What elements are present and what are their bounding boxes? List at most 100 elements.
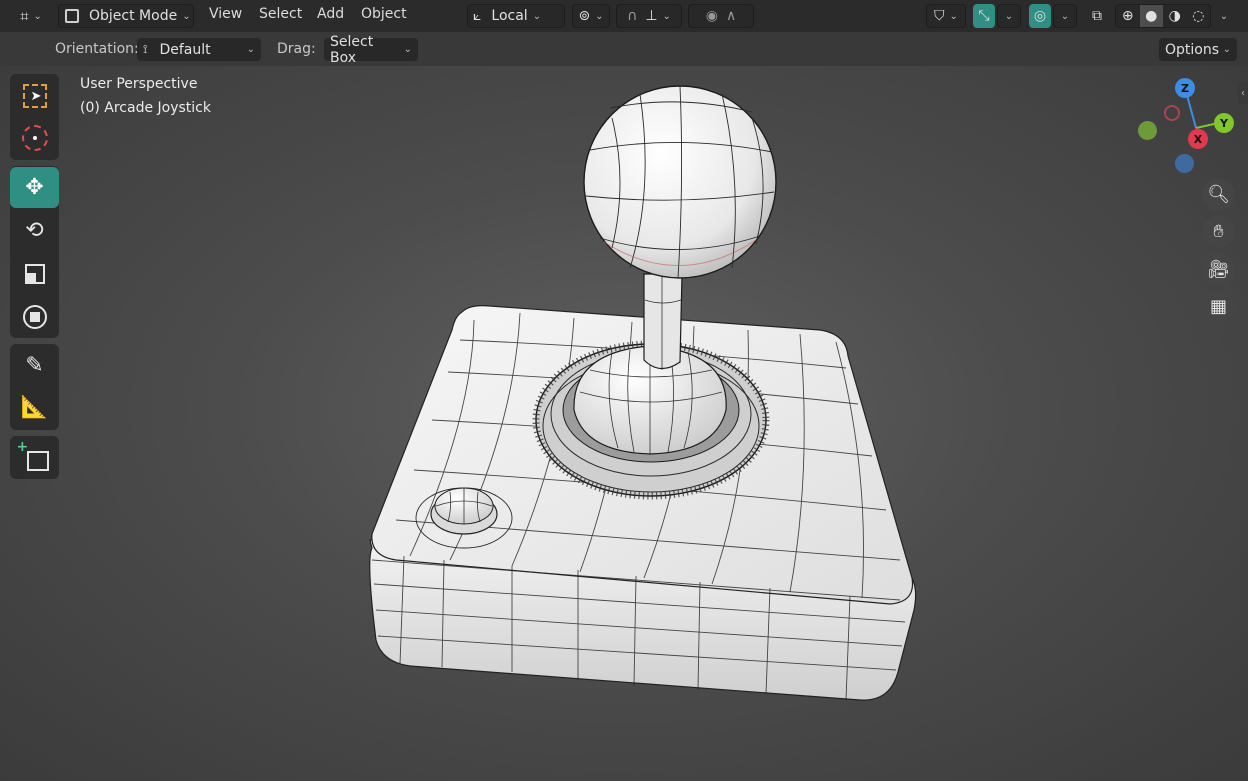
arcade-joystick-model[interactable] xyxy=(0,66,1248,781)
transform-orientation-dropdown[interactable]: ⟀ Local ⌄ xyxy=(467,4,565,28)
active-object-label: (0) Arcade Joystick xyxy=(80,100,211,116)
annotate-icon: ✎ xyxy=(25,353,44,378)
menu-view[interactable]: View xyxy=(209,6,242,22)
pan-button[interactable]: ✋︎ xyxy=(1202,215,1235,248)
camera-icon: 🎥︎ xyxy=(1207,259,1230,280)
scale-icon xyxy=(24,263,45,284)
object-mode-icon xyxy=(65,9,79,23)
camera-view-button[interactable]: 🎥︎ xyxy=(1202,253,1235,286)
chevron-down-icon: ⌄ xyxy=(182,10,191,22)
chevron-down-icon: ⌄ xyxy=(1219,10,1229,22)
annotate-tools-group: ✎ 📐 xyxy=(10,344,59,430)
select-box-icon: ➤ xyxy=(22,83,47,108)
zoom-icon: 🔍︎ xyxy=(1207,184,1230,205)
xray-icon: ⧉ xyxy=(1092,8,1102,24)
local-axes-icon: ⟀ xyxy=(473,8,482,24)
add-cube-tool[interactable]: + xyxy=(10,437,59,478)
orientation-label: Orientation: xyxy=(55,41,139,57)
gizmo-neg-z-axis[interactable] xyxy=(1175,154,1194,173)
chevron-down-icon: ⌄ xyxy=(1004,10,1014,22)
chevron-down-icon: ⌄ xyxy=(595,10,604,22)
chevron-down-icon: ⌄ xyxy=(246,44,255,55)
object-visibility-dropdown[interactable]: ⛉ ⌄ xyxy=(926,4,966,28)
scale-tool[interactable] xyxy=(10,253,59,294)
proportional-editing-group[interactable]: ◉ ∧ xyxy=(688,4,754,28)
zoom-button[interactable]: 🔍︎ xyxy=(1202,178,1235,211)
mode-dropdown[interactable]: Object Mode ⌄ xyxy=(58,4,194,28)
add-cube-icon: + xyxy=(17,439,49,471)
gizmo-z-label: Z xyxy=(1181,81,1189,95)
visibility-icon: ⛉ xyxy=(934,8,945,24)
shading-mode-group[interactable]: ⊕ ● ◑ ◌ xyxy=(1115,4,1211,28)
gizmo-neg-y-axis[interactable] xyxy=(1138,121,1157,140)
transform-tool[interactable] xyxy=(10,296,59,337)
menu-add[interactable]: Add xyxy=(317,6,344,22)
gizmo-z-axis[interactable]: Z xyxy=(1175,78,1195,98)
options-dropdown[interactable]: Options ⌄ xyxy=(1159,38,1237,61)
pivot-label: Local xyxy=(491,8,528,24)
overlays-icon: ◎ xyxy=(1033,8,1047,24)
gizmo-x-label: X xyxy=(1193,132,1203,146)
rendered-shading-icon[interactable]: ◌ xyxy=(1187,8,1211,24)
transform-tools-group: ✥ ⟲ xyxy=(10,166,59,338)
pivot-point-dropdown[interactable]: ⊚ ⌄ xyxy=(572,4,610,28)
chevron-down-icon: ⌄ xyxy=(403,44,412,55)
gizmo-y-label: Y xyxy=(1220,116,1228,130)
sidebar-toggle-icon[interactable]: ‹ xyxy=(1238,82,1248,104)
editor-type-icon: ⌗ xyxy=(20,7,29,25)
gizmo-icon: ⤡ xyxy=(978,8,990,24)
move-icon: ✥ xyxy=(25,175,44,200)
move-tool[interactable]: ✥ xyxy=(10,167,59,208)
falloff-icon: ∧ xyxy=(725,8,737,24)
overlays-toggle-button[interactable]: ◎ xyxy=(1029,4,1051,28)
viewport-header: ⌗ ⌄ Object Mode ⌄ View Select Add Object … xyxy=(0,0,1248,32)
measure-icon: 📐 xyxy=(20,395,49,420)
menu-object[interactable]: Object xyxy=(361,6,407,22)
gizmo-toggle-button[interactable]: ⤡ xyxy=(973,4,995,28)
gizmo-dropdown[interactable]: ⌄ xyxy=(997,4,1021,28)
chevron-down-icon: ⌄ xyxy=(532,10,542,22)
measure-tool[interactable]: 📐 xyxy=(10,387,59,428)
rotate-icon: ⟲ xyxy=(25,218,44,243)
snap-icon: ∩ xyxy=(627,8,638,24)
orientation-icon: ⟟ xyxy=(143,42,148,56)
menu-select[interactable]: Select xyxy=(259,6,302,22)
editor-type-button[interactable]: ⌗ ⌄ xyxy=(12,4,50,28)
material-shading-icon[interactable]: ◑ xyxy=(1163,8,1187,24)
annotate-tool[interactable]: ✎ xyxy=(10,345,59,386)
options-label: Options xyxy=(1165,41,1220,58)
drag-value: Select Box xyxy=(330,33,374,66)
view-perspective-label: User Perspective xyxy=(80,76,198,92)
xray-toggle-button[interactable]: ⧉ xyxy=(1085,4,1109,28)
chevron-down-icon: ⌄ xyxy=(1222,44,1231,55)
add-tools-group: + xyxy=(10,436,59,479)
pivot-icon: ⊚ xyxy=(578,8,591,24)
gizmo-x-axis[interactable]: X xyxy=(1188,129,1208,149)
chevron-down-icon: ⌄ xyxy=(949,10,958,22)
drag-dropdown[interactable]: Select Box ⌄ xyxy=(324,34,418,66)
rotate-tool[interactable]: ⟲ xyxy=(10,210,59,251)
gizmo-y-axis[interactable]: Y xyxy=(1214,113,1234,133)
grid-icon: ▦ xyxy=(1209,296,1227,317)
overlays-dropdown[interactable]: ⌄ xyxy=(1053,4,1077,28)
select-box-tool[interactable]: ➤ xyxy=(10,75,59,116)
chevron-down-icon: ⌄ xyxy=(662,10,671,22)
gizmo-neg-x-axis[interactable] xyxy=(1164,105,1180,121)
chevron-down-icon: ⌄ xyxy=(1060,10,1070,22)
snap-increment-icon: ⊥ xyxy=(645,8,658,24)
solid-shading-icon[interactable]: ● xyxy=(1139,5,1163,27)
cursor-icon xyxy=(21,124,48,151)
snap-group[interactable]: ∩ ⊥ ⌄ xyxy=(616,4,682,28)
cursor-tool[interactable] xyxy=(10,117,59,158)
shading-dropdown[interactable]: ⌄ xyxy=(1212,4,1236,28)
hand-icon: ✋︎ xyxy=(1213,221,1224,242)
drag-label: Drag: xyxy=(277,41,316,57)
wireframe-shading-icon[interactable]: ⊕ xyxy=(1116,8,1140,24)
3d-viewport[interactable]: User Perspective (0) Arcade Joystick ➤ ✥… xyxy=(0,66,1248,781)
navigation-gizmo[interactable]: Z Y X xyxy=(1130,76,1240,176)
toggle-projection-button[interactable]: ▦ xyxy=(1202,290,1235,323)
mode-label: Object Mode xyxy=(89,8,178,24)
proportional-editing-icon: ◉ xyxy=(705,8,718,24)
orientation-dropdown[interactable]: ⟟ Default ⌄ xyxy=(137,38,261,61)
transform-icon xyxy=(22,304,47,329)
